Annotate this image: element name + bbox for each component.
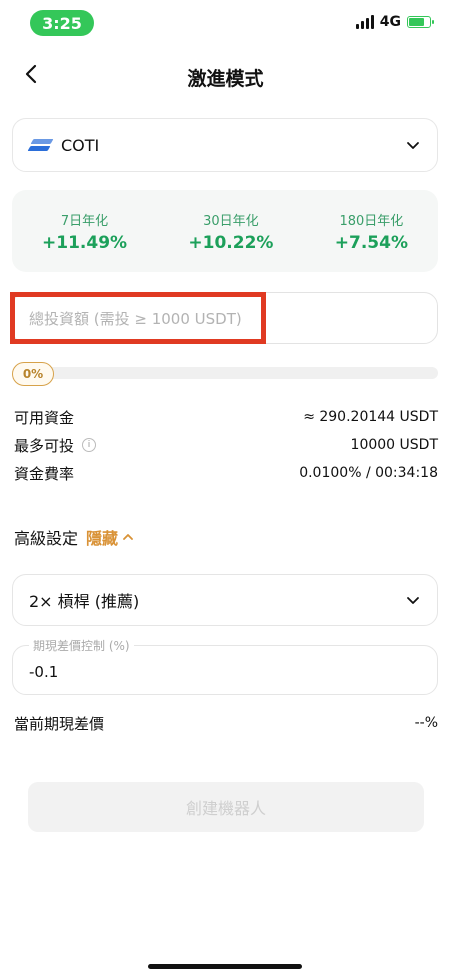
info-label: 資金費率 xyxy=(14,464,75,483)
info-value: 10000 USDT xyxy=(350,437,438,453)
chevron-up-icon xyxy=(123,534,133,540)
apy-30d: 30日年化 +10.22% xyxy=(188,210,273,253)
apy-label: 30日年化 xyxy=(203,213,259,229)
info-value: ≈ 290.20144 USDT xyxy=(303,409,438,425)
apy-value: +10.22% xyxy=(188,232,274,253)
coin-selector[interactable]: COTI xyxy=(12,118,438,172)
apy-summary: 7日年化 +11.49% 30日年化 +10.22% 180日年化 +7.54% xyxy=(12,190,438,272)
apy-label: 7日年化 xyxy=(60,213,109,229)
progress-handle[interactable]: 0% xyxy=(12,362,54,386)
info-label: 可用資金 xyxy=(14,408,75,427)
status-icons: 4G xyxy=(355,14,434,30)
funding-rate-row: 資金費率 0.0100% / 00:34:18 xyxy=(14,462,438,484)
spread-control-input[interactable] xyxy=(27,660,331,684)
current-spread-row: 當前期現差價 --% xyxy=(14,712,438,734)
info-label: 當前期現差價 xyxy=(14,714,105,733)
chevron-down-icon xyxy=(407,142,419,149)
available-funds-row: 可用資金 ≈ 290.20144 USDT xyxy=(14,406,438,428)
apy-value: +11.49% xyxy=(42,232,128,253)
info-label: 最多可投 xyxy=(14,436,75,455)
battery-icon xyxy=(407,16,434,28)
coin-name: COTI xyxy=(61,135,100,155)
page-title: 激進模式 xyxy=(187,68,264,90)
amount-progress-track[interactable] xyxy=(12,367,438,379)
apy-180d: 180日年化 +7.54% xyxy=(335,210,408,253)
create-bot-button[interactable]: 創建機器人 xyxy=(28,782,424,832)
max-invest-row: 最多可投 i 10000 USDT xyxy=(14,434,438,456)
coti-logo-icon xyxy=(27,138,54,152)
leverage-selector[interactable]: 2× 槓桿 (推薦) xyxy=(12,574,438,626)
info-value: --% xyxy=(414,715,438,731)
advanced-settings-label: 高級設定 xyxy=(14,529,79,548)
apy-7d: 7日年化 +11.49% xyxy=(42,210,127,253)
apy-value: +7.54% xyxy=(334,232,408,253)
advanced-toggle[interactable]: 隱藏 xyxy=(86,525,134,549)
spread-control-field: 期現差價控制 (%) xyxy=(12,637,438,695)
chevron-down-icon xyxy=(407,597,419,604)
apy-label: 180日年化 xyxy=(339,213,404,229)
signal-icon xyxy=(355,15,374,29)
spread-control-label: 期現差價控制 (%) xyxy=(29,637,134,654)
info-label-wrap: 最多可投 i xyxy=(14,435,97,456)
highlight-annotation xyxy=(10,292,266,344)
info-value: 0.0100% / 00:34:18 xyxy=(299,465,438,481)
info-icon[interactable]: i xyxy=(82,438,97,452)
network-label: 4G xyxy=(379,14,401,30)
advanced-settings-row: 高級設定 隱藏 xyxy=(14,525,134,549)
leverage-value: 2× 槓桿 (推薦) xyxy=(29,592,140,611)
advanced-toggle-label: 隱藏 xyxy=(86,529,119,548)
home-indicator[interactable] xyxy=(148,964,302,969)
status-time: 3:25 xyxy=(30,10,94,36)
